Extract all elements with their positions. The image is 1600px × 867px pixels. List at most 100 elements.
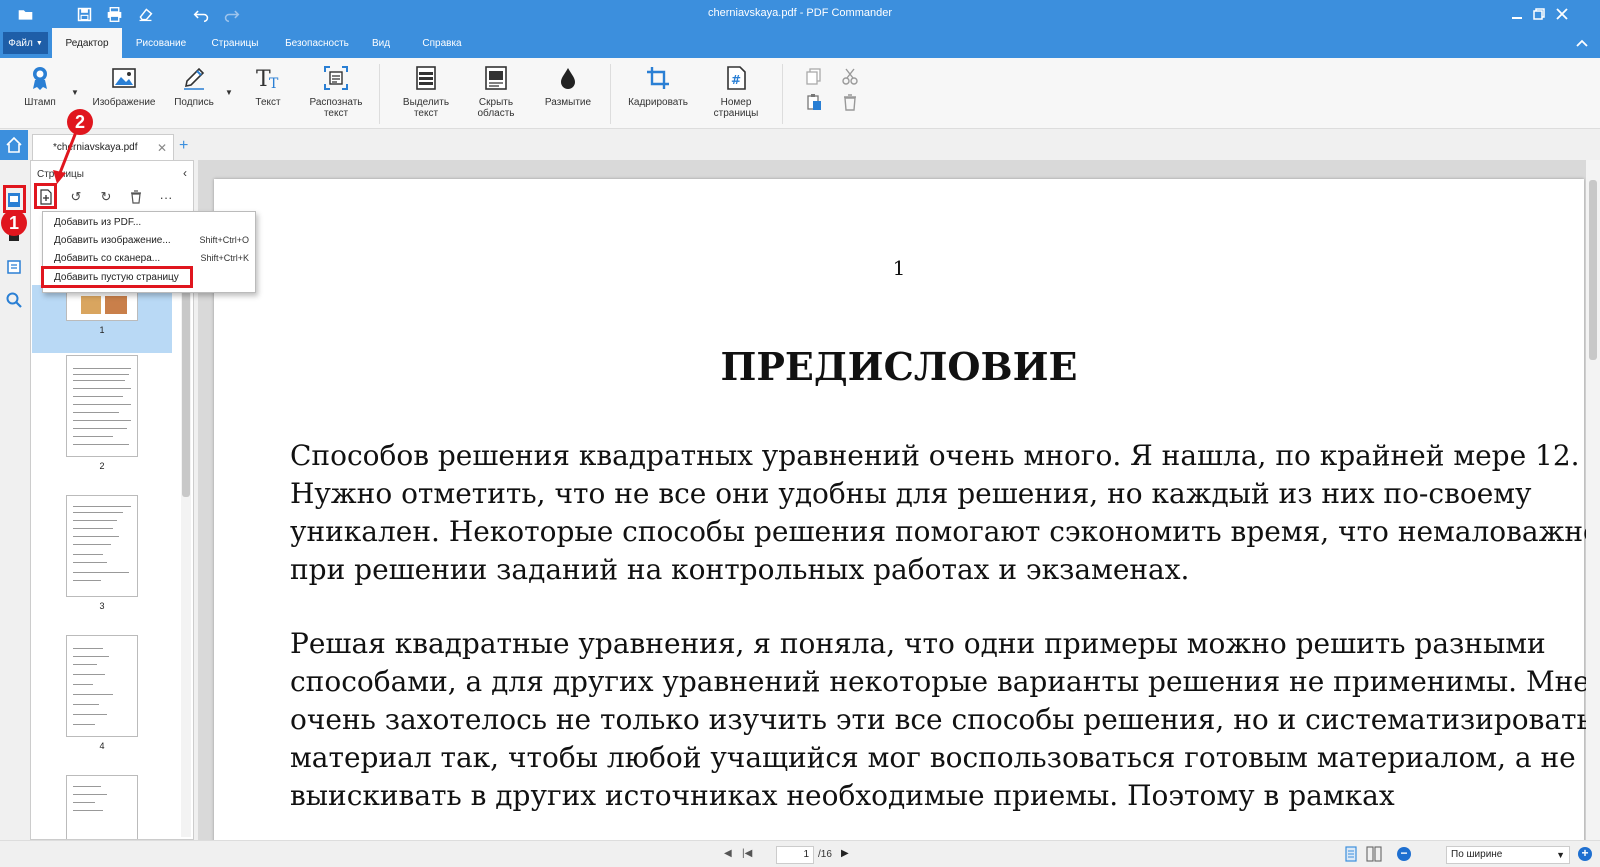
next-page-icon[interactable]: ▶ — [841, 848, 849, 859]
page-heading: ПРЕДИСЛОВИЕ — [720, 344, 1078, 389]
cut-icon[interactable] — [840, 66, 860, 86]
blur-button[interactable]: Размытие — [538, 62, 598, 124]
prev-page-icon[interactable]: ◀ — [724, 848, 732, 859]
thumbnail-page-4[interactable]: 4 — [32, 635, 172, 751]
ocr-button[interactable]: Распознать текст — [304, 62, 368, 124]
thumbnail-image — [66, 775, 138, 839]
paste-icon[interactable] — [804, 92, 824, 112]
svg-text:#: # — [731, 73, 741, 87]
text-line: материал так, чтобы любой учащийся мог в… — [290, 741, 1576, 774]
search-icon[interactable] — [4, 290, 24, 310]
chevron-left-icon[interactable]: ‹ — [183, 166, 187, 180]
close-tab-icon[interactable]: ✕ — [157, 141, 167, 155]
highlight-text-icon — [411, 62, 441, 94]
text-label: Текст — [255, 97, 281, 108]
first-page-icon[interactable]: |◀ — [742, 848, 752, 859]
image-label: Изображение — [92, 97, 156, 108]
window-title: cherniavskaya.pdf - PDF Commander — [707, 7, 892, 19]
file-menu-button[interactable]: Файл ▼ — [3, 32, 48, 54]
page-number-button[interactable]: # Номер страницы — [706, 62, 766, 124]
ribbon-separator — [782, 64, 783, 124]
thumbnail-image — [66, 355, 138, 457]
total-pages: /16 — [818, 849, 832, 860]
zoom-select-value: По ширине — [1451, 849, 1503, 860]
thumbnail-list: 1 2 3 4 — [32, 213, 178, 839]
thumbnail-number: 4 — [99, 741, 105, 751]
menu-item-add-from-pdf[interactable]: Добавить из PDF... — [43, 213, 257, 231]
scrollbar-thumb[interactable] — [1589, 180, 1597, 360]
tab-editor[interactable]: Редактор — [52, 28, 122, 58]
tab-drawing[interactable]: Рисование — [125, 28, 197, 58]
rotate-left-icon[interactable]: ↺ — [66, 187, 86, 207]
signature-dropdown-icon[interactable]: ▼ — [225, 88, 233, 97]
blur-label: Размытие — [544, 97, 592, 108]
two-page-view-icon[interactable] — [1366, 846, 1382, 865]
hide-area-button[interactable]: Скрыть область — [466, 62, 526, 124]
ribbon-separator — [379, 64, 380, 124]
hide-area-label-line2: область — [477, 108, 515, 119]
ribbon-toolbar: Штамп ▼ Изображение Подпись ▼ TT Текст Р… — [0, 58, 1600, 129]
menu-item-add-from-scanner[interactable]: Добавить со сканера... Shift+Ctrl+K — [43, 249, 257, 267]
thumbnail-page-1[interactable]: 1 — [32, 285, 172, 353]
paragraph-1: Способов решения квадратных уравнений оч… — [290, 437, 1600, 589]
tab-security[interactable]: Безопасность — [274, 28, 360, 58]
stamp-label: Штамп — [24, 97, 56, 108]
thumbnail-page-5[interactable] — [32, 775, 172, 839]
image-icon — [109, 62, 139, 94]
minimize-icon[interactable] — [1508, 5, 1526, 23]
scrollbar-thumb[interactable] — [182, 277, 190, 497]
menu-item-add-image[interactable]: Добавить изображение... Shift+Ctrl+O — [43, 231, 257, 249]
highlight-frame-blank-page — [41, 266, 193, 288]
delete-icon[interactable] — [840, 92, 860, 112]
highlight-text-button[interactable]: Выделить текст — [396, 62, 456, 124]
crop-icon — [643, 62, 673, 94]
menu-bar: Файл ▼ Редактор Рисование Страницы Безоп… — [0, 28, 1600, 58]
arrow-pointer — [53, 131, 78, 184]
crop-button[interactable]: Кадрировать — [624, 62, 692, 124]
home-icon[interactable] — [0, 130, 28, 160]
page-number-text: 1 — [892, 256, 906, 280]
text-line: выискивать в других источниках необходим… — [290, 779, 1395, 812]
crop-label: Кадрировать — [628, 97, 688, 108]
tab-help[interactable]: Справка — [412, 28, 472, 58]
text-button[interactable]: TT Текст — [248, 62, 288, 124]
tab-view[interactable]: Вид — [366, 28, 396, 58]
text-line: Нужно отметить, что не все они удобны дл… — [290, 477, 1532, 510]
collapse-ribbon-icon[interactable] — [1572, 28, 1592, 58]
comments-icon[interactable] — [4, 257, 24, 277]
text-line: способами, а для других уравнений некото… — [290, 665, 1590, 698]
title-bar: cherniavskaya.pdf - PDF Commander — [0, 0, 1600, 28]
thumbnail-page-3[interactable]: 3 — [32, 495, 172, 611]
highlight-label-line2: текст — [413, 108, 439, 119]
rotate-right-icon[interactable]: ↻ — [96, 187, 116, 207]
pages-panel-scrollbar[interactable] — [181, 271, 191, 837]
single-page-view-icon[interactable] — [1344, 846, 1358, 865]
more-icon[interactable]: ··· — [156, 187, 176, 207]
new-tab-icon[interactable]: + — [179, 137, 188, 155]
thumbnail-page-2[interactable]: 2 — [32, 355, 172, 471]
document-page[interactable]: 1 ПРЕДИСЛОВИЕ Способов решения квадратны… — [214, 179, 1600, 840]
zoom-select[interactable]: По ширине ▼ — [1446, 846, 1570, 864]
stamp-dropdown-icon[interactable]: ▼ — [71, 88, 79, 97]
current-page-input[interactable]: 1 — [776, 846, 814, 864]
delete-page-icon[interactable] — [126, 187, 146, 207]
zoom-in-icon[interactable]: + — [1578, 847, 1592, 861]
restore-icon[interactable] — [1530, 5, 1548, 23]
menu-item-label: Добавить изображение... — [54, 234, 171, 246]
file-menu-label: Файл — [8, 37, 33, 49]
image-button[interactable]: Изображение — [88, 62, 160, 124]
step-badge-1: 1 — [1, 210, 27, 236]
text-line: Решая квадратные уравнения, я поняла, чт… — [290, 627, 1546, 660]
signature-button[interactable]: Подпись — [172, 62, 216, 124]
thumbnail-image — [66, 495, 138, 597]
zoom-out-icon[interactable]: − — [1397, 847, 1411, 861]
status-bar: ◀ |◀ 1 /16 ▶ − По ширине ▼ + — [0, 840, 1600, 867]
close-icon[interactable] — [1553, 5, 1571, 23]
highlight-text-label: Выделить текст — [403, 97, 449, 119]
document-scrollbar[interactable] — [1586, 160, 1600, 840]
tab-pages[interactable]: Страницы — [200, 28, 270, 58]
text-line: очень захотелось не только изучить эти в… — [290, 703, 1592, 736]
copy-icon[interactable] — [804, 66, 824, 86]
stamp-button[interactable]: Штамп — [18, 62, 62, 124]
ocr-label-line2: текст — [323, 108, 349, 119]
